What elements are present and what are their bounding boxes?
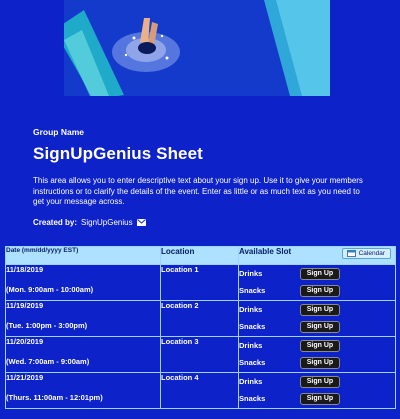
sign-up-button[interactable]: Sign Up xyxy=(300,339,340,352)
slot-date: 11/21/2019 xyxy=(6,373,44,382)
slot-header-label: Available Slot xyxy=(239,247,292,256)
location-cell: Location 2 xyxy=(160,300,239,337)
location-label: Location 4 xyxy=(161,373,199,382)
sign-up-button[interactable]: Sign Up xyxy=(300,320,340,333)
slot-date: 11/18/2019 xyxy=(6,265,44,274)
slot-time: (Wed. 7:00am - 9:00am) xyxy=(6,357,90,366)
table-row: 11/20/2019 (Wed. 7:00am - 9:00am) Location… xyxy=(5,336,396,373)
slot-name: Snacks xyxy=(239,394,266,403)
location-label: Location 2 xyxy=(161,301,199,310)
slot-name: Drinks xyxy=(239,305,263,314)
slot-name: Drinks xyxy=(239,377,263,386)
slot-line: Drinks Sign Up xyxy=(239,337,395,354)
slot-line: Drinks Sign Up xyxy=(239,373,395,390)
slot-cell: Drinks Sign Up Snacks Sign Up xyxy=(238,264,396,301)
location-cell: Location 1 xyxy=(160,264,239,301)
slot-date: 11/20/2019 xyxy=(6,337,44,346)
location-column-header: Location xyxy=(160,246,239,265)
slot-time: (Thurs. 11:00am - 12:01pm) xyxy=(6,393,103,402)
slot-column-header: Available Slot Calendar xyxy=(238,246,396,265)
sign-up-button[interactable]: Sign Up xyxy=(300,375,340,388)
date-cell: 11/19/2019 (Tue. 1:00pm - 3:00pm) xyxy=(5,300,161,337)
slot-name: Drinks xyxy=(239,269,263,278)
slot-line: Snacks Sign Up xyxy=(239,318,395,335)
table-header-row: Date (mm/dd/yyyy EST) Location Available… xyxy=(5,246,396,265)
slot-time: (Mon. 9:00am - 10:00am) xyxy=(6,285,94,294)
slot-name: Snacks xyxy=(239,322,266,331)
slot-line: Snacks Sign Up xyxy=(239,390,395,407)
date-cell: 11/20/2019 (Wed. 7:00am - 9:00am) xyxy=(5,336,161,373)
sign-up-button[interactable]: Sign Up xyxy=(300,267,340,280)
group-name: Group Name xyxy=(33,127,85,137)
slot-line: Snacks Sign Up xyxy=(239,282,395,299)
slot-cell: Drinks Sign Up Snacks Sign Up xyxy=(238,300,396,337)
slot-line: Drinks Sign Up xyxy=(239,265,395,282)
sheet-description: This area allows you to enter descriptiv… xyxy=(33,176,363,206)
sign-up-button[interactable]: Sign Up xyxy=(300,356,340,369)
created-by-label: Created by: xyxy=(33,217,78,227)
slot-name: Snacks xyxy=(239,358,266,367)
slot-line: Snacks Sign Up xyxy=(239,354,395,371)
sign-up-button[interactable]: Sign Up xyxy=(300,303,340,316)
slot-date: 11/19/2019 xyxy=(6,301,44,310)
table-row: 11/21/2019 (Thurs. 11:00am - 12:01pm) Loca… xyxy=(5,372,396,409)
calendar-button[interactable]: Calendar xyxy=(341,248,391,259)
location-cell: Location 3 xyxy=(160,336,239,373)
slot-name: Snacks xyxy=(239,286,266,295)
sheet-header: Group Name SignUpGenius Sheet This area … xyxy=(33,127,373,227)
slot-cell: Drinks Sign Up Snacks Sign Up xyxy=(238,336,396,373)
calendar-icon xyxy=(346,250,356,257)
location-cell: Location 4 xyxy=(160,372,239,409)
created-by-name[interactable]: SignUpGenius xyxy=(81,218,133,227)
date-cell: 11/18/2019 (Mon. 9:00am - 10:00am) xyxy=(5,264,161,301)
created-by: Created by: SignUpGenius xyxy=(33,218,373,227)
signup-table: Date (mm/dd/yyyy EST) Location Available… xyxy=(5,246,396,409)
location-label: Location 1 xyxy=(161,265,199,274)
table-row: 11/19/2019 (Tue. 1:00pm - 3:00pm) Location… xyxy=(5,300,396,337)
location-label: Location 3 xyxy=(161,337,199,346)
sign-up-button[interactable]: Sign Up xyxy=(300,392,340,405)
slot-time: (Tue. 1:00pm - 3:00pm) xyxy=(6,321,88,330)
calendar-button-label: Calendar xyxy=(358,250,385,257)
sign-up-button[interactable]: Sign Up xyxy=(300,284,340,297)
table-row: 11/18/2019 (Mon. 9:00am - 10:00am) Locatio… xyxy=(5,264,396,301)
date-column-header: Date (mm/dd/yyyy EST) xyxy=(5,246,161,265)
slot-name: Drinks xyxy=(239,341,263,350)
date-cell: 11/21/2019 (Thurs. 11:00am - 12:01pm) xyxy=(5,372,161,409)
slot-line: Drinks Sign Up xyxy=(239,301,395,318)
mail-icon[interactable] xyxy=(136,218,146,226)
slot-cell: Drinks Sign Up Snacks Sign Up xyxy=(238,372,396,409)
header-banner-image xyxy=(64,0,330,96)
sheet-title: SignUpGenius Sheet xyxy=(33,144,203,163)
